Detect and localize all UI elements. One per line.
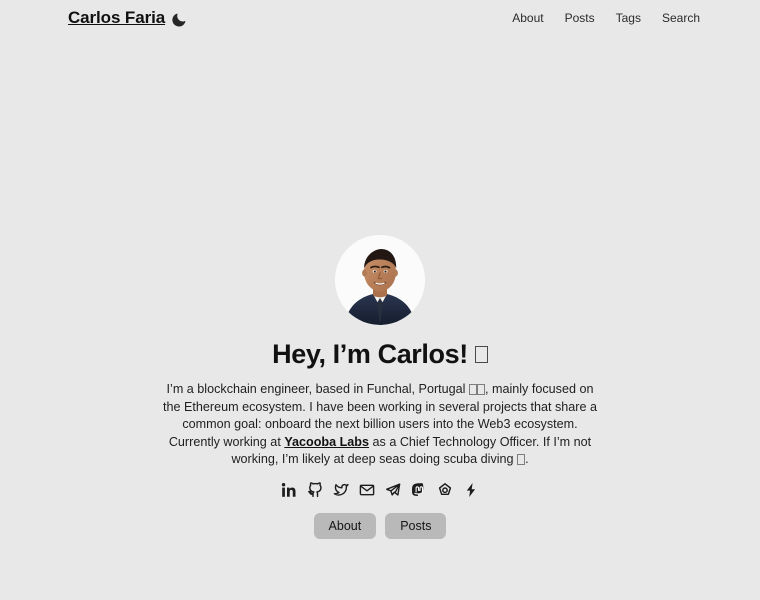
twitter-icon[interactable] [333,482,350,499]
cta-buttons: About Posts [313,512,447,539]
social-links [281,482,480,499]
diving-emoji-missing-glyph [517,454,526,466]
flag-emoji-missing-glyph [468,384,477,396]
bio-part-1: I’m a blockchain engineer, based in Func… [166,382,469,396]
company-link[interactable]: Yacooba Labs [284,435,369,449]
wave-emoji-missing-glyph [474,346,488,363]
bio-text: I’m a blockchain engineer, based in Func… [163,381,597,469]
lightning-icon[interactable] [463,482,480,499]
avatar [335,235,425,325]
posts-button[interactable]: Posts [385,512,447,539]
linkedin-icon[interactable] [281,482,298,499]
hashnode-icon[interactable] [437,482,454,499]
about-button[interactable]: About [313,512,377,539]
flag-emoji-missing-glyph-2 [476,384,485,396]
email-icon[interactable] [359,482,376,499]
telegram-icon[interactable] [385,482,402,499]
bio-part-4: . [525,452,529,466]
mastodon-icon[interactable] [411,482,428,499]
github-icon[interactable] [307,482,324,499]
page-title-text: Hey, I’m Carlos! [272,339,468,369]
page-title: Hey, I’m Carlos! [272,339,488,370]
main-content: Hey, I’m Carlos! I’m a blockchain engine… [0,0,760,600]
